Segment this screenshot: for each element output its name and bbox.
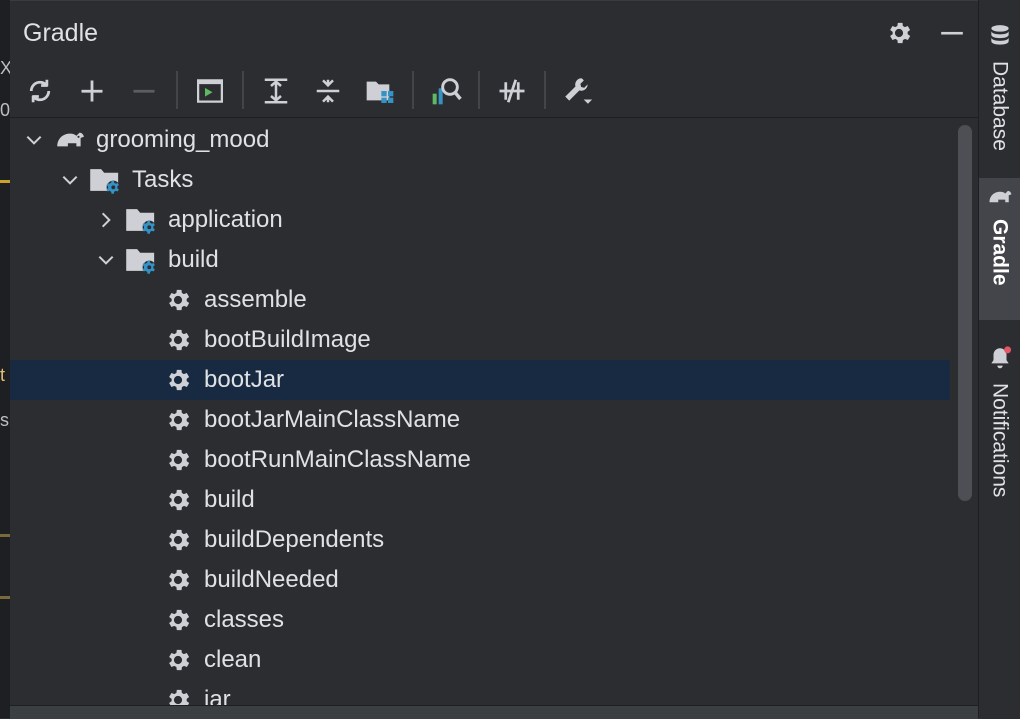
task-node[interactable]: buildNeeded	[10, 560, 950, 600]
task-node[interactable]: assemble	[10, 280, 950, 320]
gradle-task-tree: grooming_mood Tasks application build assemb…	[10, 119, 950, 706]
node-label: bootJar	[204, 366, 285, 393]
task-node[interactable]: bootJarMainClassName	[10, 400, 950, 440]
toolbar-separator	[242, 71, 244, 109]
gear-icon	[161, 483, 195, 517]
bell-icon	[987, 344, 1013, 377]
scrollbar-thumb[interactable]	[958, 125, 972, 501]
gear-icon	[161, 403, 195, 437]
editor-fragment: 0	[0, 100, 10, 120]
gradle-tool-window: Gradle grooming_mood Tasks application b…	[10, 0, 978, 706]
node-label: clean	[204, 646, 262, 673]
node-label: buildNeeded	[204, 566, 339, 593]
editor-marker	[0, 534, 10, 537]
node-label: build	[168, 246, 219, 273]
node-label: bootBuildImage	[204, 326, 371, 353]
task-group-node[interactable]: application	[10, 200, 950, 240]
node-label: classes	[204, 606, 285, 633]
gear-icon	[161, 283, 195, 317]
node-label: grooming_mood	[96, 126, 270, 153]
gear-icon	[161, 523, 195, 557]
run-task-icon[interactable]	[190, 71, 230, 111]
gear-icon	[161, 363, 195, 397]
build-tool-settings-icon[interactable]	[558, 71, 598, 111]
database-icon	[987, 22, 1013, 55]
expand-all-icon[interactable]	[256, 71, 296, 111]
node-label: Tasks	[132, 166, 194, 193]
remove-icon[interactable]	[124, 71, 164, 111]
collapse-all-icon[interactable]	[308, 71, 348, 111]
gear-icon	[161, 443, 195, 477]
task-folder-icon	[89, 163, 123, 197]
minimize-icon[interactable]	[936, 17, 968, 49]
add-icon[interactable]	[72, 71, 112, 111]
task-node[interactable]: classes	[10, 600, 950, 640]
task-node[interactable]: bootBuildImage	[10, 320, 950, 360]
panel-header: Gradle	[10, 1, 978, 65]
editor-fragment: X	[0, 58, 10, 78]
task-group-node[interactable]: Tasks	[10, 160, 950, 200]
side-tab-gradle[interactable]: Gradle	[979, 178, 1020, 320]
toggle-offline-icon[interactable]	[492, 71, 532, 111]
editor-marker	[0, 596, 10, 599]
chevron-down-icon[interactable]	[23, 129, 45, 151]
editor-marker	[0, 180, 10, 183]
toolbar-separator	[412, 71, 414, 109]
editor-edge: X 0 t s	[0, 0, 10, 718]
gradle-toolbar	[10, 67, 978, 115]
side-tab-label: Notifications	[988, 383, 1012, 498]
node-label: buildDependents	[204, 526, 385, 553]
gear-icon	[161, 323, 195, 357]
settings-gear-icon[interactable]	[883, 17, 915, 49]
chevron-right-icon[interactable]	[95, 209, 117, 231]
group-modules-icon[interactable]	[360, 71, 400, 111]
reload-icon[interactable]	[20, 71, 60, 111]
gradle-elephant-icon	[53, 123, 87, 157]
task-folder-icon	[125, 243, 159, 277]
status-bar	[10, 705, 978, 719]
panel-title: Gradle	[23, 19, 99, 47]
toolbar-separator	[544, 71, 546, 109]
task-node[interactable]: bootJar	[10, 360, 950, 400]
gear-icon	[161, 683, 195, 706]
editor-fragment: s	[0, 410, 9, 430]
right-tool-window-bar: Database Gradle Notifications	[978, 0, 1020, 718]
node-label: build	[204, 486, 255, 513]
task-group-node[interactable]: build	[10, 240, 950, 280]
node-label: application	[168, 206, 283, 233]
node-label: jar	[204, 686, 231, 706]
analyze-dependencies-icon[interactable]	[426, 71, 466, 111]
task-node[interactable]: jar	[10, 680, 950, 706]
chevron-down-icon[interactable]	[59, 169, 81, 191]
tree-scrollbar[interactable]	[955, 125, 973, 501]
task-node[interactable]: clean	[10, 640, 950, 680]
gradle-elephant-icon	[986, 186, 1014, 213]
task-folder-icon	[125, 203, 159, 237]
toolbar-separator	[478, 71, 480, 109]
side-tab-notifications[interactable]: Notifications	[979, 336, 1020, 522]
node-label: bootJarMainClassName	[204, 406, 461, 433]
gear-icon	[161, 643, 195, 677]
task-node[interactable]: build	[10, 480, 950, 520]
toolbar-separator	[176, 71, 178, 109]
editor-fragment: t	[0, 365, 6, 385]
node-label: assemble	[204, 286, 307, 313]
side-tab-database[interactable]: Database	[979, 14, 1020, 164]
chevron-down-icon[interactable]	[95, 249, 117, 271]
task-node[interactable]: bootRunMainClassName	[10, 440, 950, 480]
gear-icon	[161, 603, 195, 637]
node-label: bootRunMainClassName	[204, 446, 471, 473]
toolbar-divider	[10, 117, 978, 118]
gear-icon	[161, 563, 195, 597]
task-node[interactable]: buildDependents	[10, 520, 950, 560]
side-tab-label: Database	[988, 61, 1012, 151]
project-node[interactable]: grooming_mood	[10, 120, 950, 160]
side-tab-label: Gradle	[988, 219, 1012, 286]
